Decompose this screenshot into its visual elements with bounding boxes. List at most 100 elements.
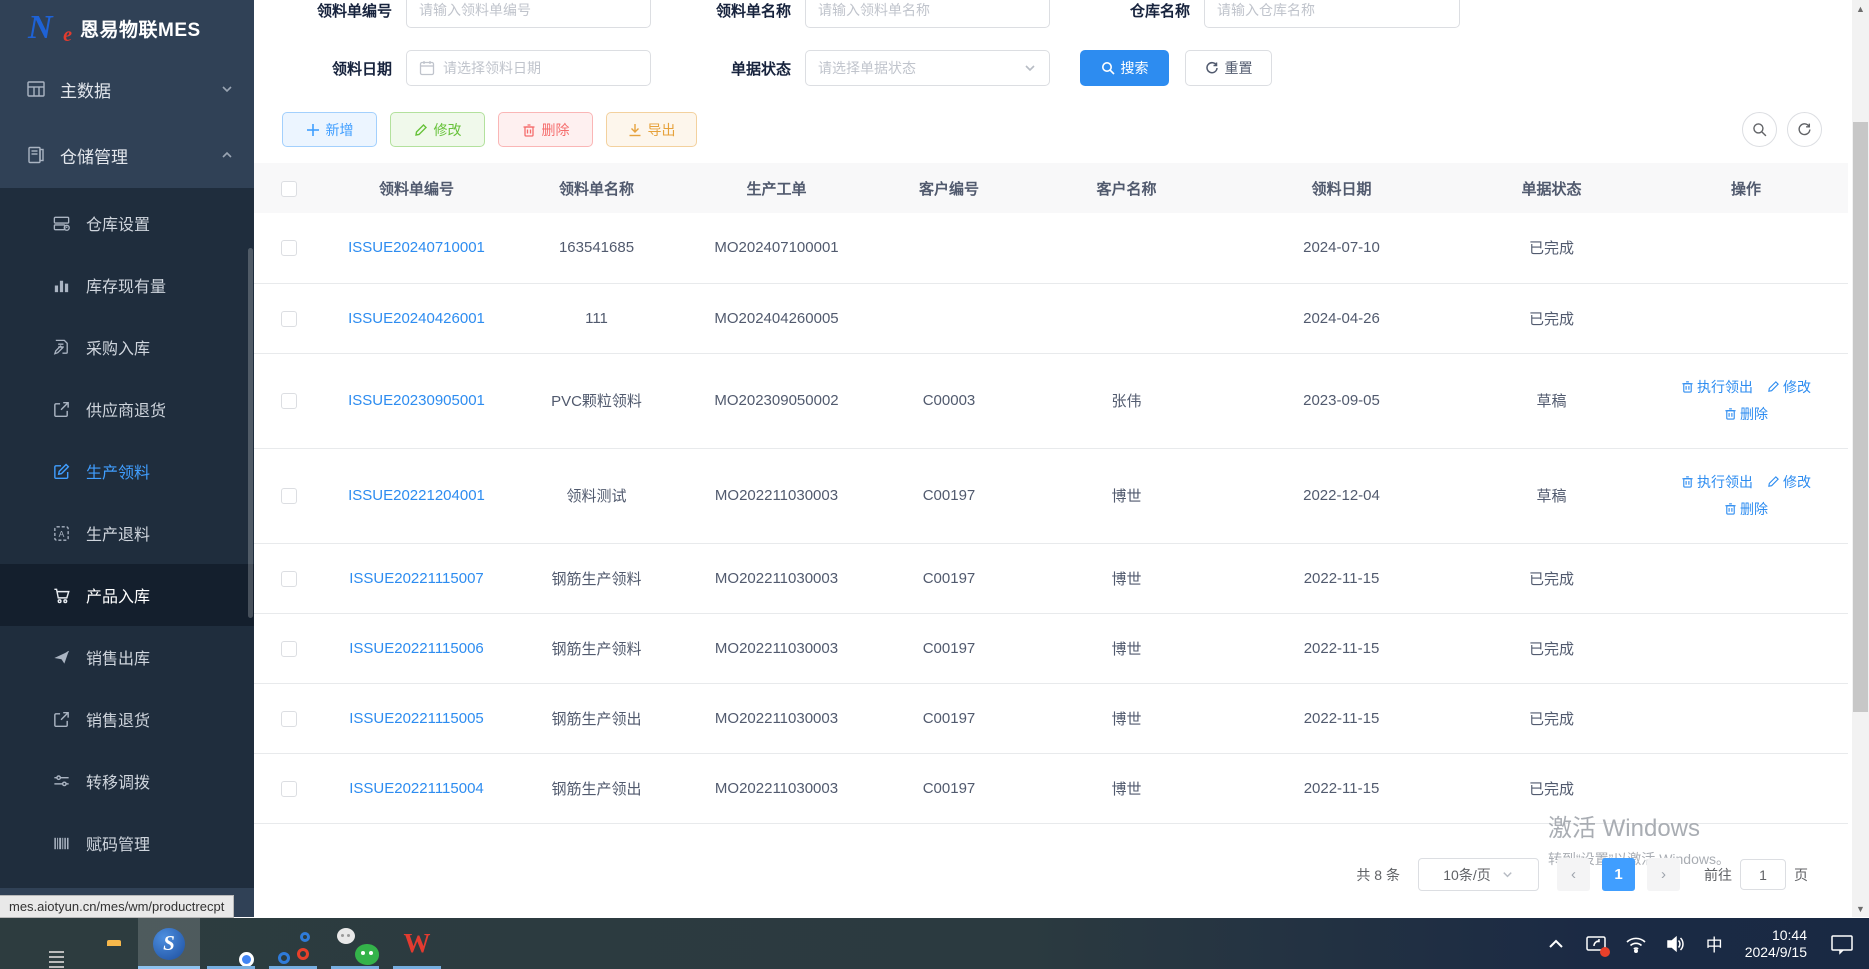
sidebar-item-仓库设置[interactable]: 仓库设置: [0, 192, 254, 254]
page-size-select[interactable]: 10条/页: [1418, 858, 1539, 891]
execute-issue-link[interactable]: 执行领出: [1681, 474, 1753, 490]
issue-code-link[interactable]: ISSUE20240426001: [348, 310, 485, 327]
add-button[interactable]: 新增: [282, 112, 377, 147]
sidebar-item-label: 产品入库: [86, 589, 151, 606]
row-checkbox[interactable]: [281, 780, 297, 797]
issue-code-link[interactable]: ISSUE20230905001: [348, 392, 485, 409]
actions-cell: 执行领出 修改删除: [1644, 353, 1848, 449]
search-icon: [1101, 61, 1115, 75]
reset-button[interactable]: 重置: [1185, 50, 1272, 86]
issue-name-cell: 111: [509, 283, 684, 354]
row-checkbox[interactable]: [281, 640, 297, 657]
status-select[interactable]: 请选择单据状态: [805, 50, 1050, 86]
sidebar-item-销售退货[interactable]: 销售退货: [0, 688, 254, 750]
work-order-cell: MO202211030003: [684, 613, 869, 684]
sidebar-item-label: 采购入库: [86, 341, 151, 358]
sidebar-group-warehouse[interactable]: 仓储管理: [0, 122, 254, 188]
sidebar-group-master-data[interactable]: 主数据: [0, 56, 254, 122]
pencil-icon: [1767, 475, 1780, 488]
tray-clock[interactable]: 10:44 2024/9/15: [1745, 927, 1807, 961]
next-page-button[interactable]: ›: [1647, 858, 1680, 891]
table-row: ISSUE20240710001 163541685 MO202407100001 2…: [254, 213, 1848, 284]
taskbar-app-chrome[interactable]: [200, 918, 262, 969]
search-button[interactable]: 搜索: [1080, 50, 1169, 86]
refresh-table-button[interactable]: [1787, 112, 1822, 147]
export-button[interactable]: 导出: [606, 112, 697, 147]
select-all-checkbox[interactable]: [281, 180, 297, 197]
sidebar-item-销售出库[interactable]: 销售出库: [0, 626, 254, 688]
wifi-icon[interactable]: [1625, 933, 1647, 955]
customer-no-cell: C00197: [869, 448, 1029, 544]
warehouse-name-input[interactable]: [1204, 0, 1460, 28]
issue-code-link[interactable]: ISSUE20240710001: [348, 239, 485, 256]
sidebar-item-label: 仓库设置: [86, 217, 151, 234]
issue-date-cell: 2024-04-26: [1224, 283, 1459, 354]
issue-date-cell: 2022-11-15: [1224, 753, 1459, 824]
cast-screen-icon[interactable]: [1585, 933, 1610, 957]
row-checkbox[interactable]: [281, 393, 297, 410]
issue-date-input[interactable]: 请选择领料日期: [406, 50, 651, 86]
chevron-down-icon: [220, 82, 234, 96]
sidebar-item-采购入库[interactable]: 采购入库: [0, 316, 254, 378]
issue-code-link[interactable]: ISSUE20221115004: [349, 780, 484, 797]
sidebar-item-产品入库[interactable]: 产品入库: [0, 564, 254, 626]
server-icon: [52, 214, 71, 233]
row-checkbox[interactable]: [281, 710, 297, 727]
pencil-icon: [1767, 380, 1780, 393]
prev-page-button[interactable]: ‹: [1557, 858, 1590, 891]
column-header: 客户编号: [869, 163, 1029, 213]
scroll-up-arrow[interactable]: ▲: [1852, 0, 1869, 17]
issue-date-cell: 2022-11-15: [1224, 543, 1459, 614]
issue-code-link[interactable]: ISSUE20221115007: [349, 570, 484, 587]
taskbar-app-wechat[interactable]: [324, 918, 386, 969]
row-checkbox[interactable]: [281, 310, 297, 327]
taskbar-app-file-explorer[interactable]: [76, 918, 138, 969]
row-checkbox[interactable]: [281, 240, 297, 257]
scrollbar-thumb[interactable]: [1853, 122, 1868, 712]
issue-code-link[interactable]: ISSUE20221204001: [348, 487, 485, 504]
execute-issue-link[interactable]: 执行领出: [1681, 379, 1753, 395]
delete-link[interactable]: 删除: [1724, 501, 1768, 517]
delete-button[interactable]: 删除: [498, 112, 593, 147]
sidebar-item-生产领料[interactable]: 生产领料: [0, 440, 254, 502]
column-header: 领料单名称: [509, 163, 684, 213]
issue-date-cell: 2022-11-15: [1224, 613, 1459, 684]
modify-link[interactable]: 修改: [1767, 379, 1811, 395]
action-center-icon[interactable]: [1829, 933, 1855, 955]
row-checkbox[interactable]: [281, 570, 297, 587]
sidebar-item-转移调拨[interactable]: 转移调拨: [0, 750, 254, 812]
issue-code-link[interactable]: ISSUE20221115005: [349, 710, 484, 727]
issue-code-link[interactable]: ISSUE20221115006: [349, 640, 484, 657]
status-cell: 草稿: [1459, 353, 1644, 449]
issue-code-input[interactable]: [406, 0, 651, 28]
sidebar-item-生产退料[interactable]: A 生产退料: [0, 502, 254, 564]
taskbar-app-sogou-browser[interactable]: S: [138, 918, 200, 969]
ime-indicator[interactable]: 中: [1706, 931, 1723, 956]
issue-name-input[interactable]: [805, 0, 1050, 28]
status-cell: 草稿: [1459, 448, 1644, 544]
link-preview-url: mes.aiotyun.cn/mes/wm/productrecpt: [9, 899, 225, 914]
delete-link[interactable]: 删除: [1724, 406, 1768, 422]
tray-chevron-up-icon[interactable]: [1545, 933, 1567, 955]
sidebar-item-库存现有量[interactable]: 库存现有量: [0, 254, 254, 316]
row-checkbox[interactable]: [281, 488, 297, 505]
pencil-icon: [414, 123, 428, 137]
table-toolbar: 新增 修改 删除 导出: [254, 112, 1848, 147]
customer-no-cell: C00003: [869, 353, 1029, 449]
scroll-down-arrow[interactable]: ▼: [1852, 900, 1869, 917]
goto-page-input[interactable]: [1740, 859, 1786, 890]
edit-button[interactable]: 修改: [390, 112, 485, 147]
sidebar-item-赋码管理[interactable]: 赋码管理: [0, 812, 254, 874]
taskbar-app-remote-assist-app[interactable]: [262, 918, 324, 969]
speaker-icon[interactable]: [1665, 933, 1687, 955]
sidebar-item-供应商退货[interactable]: 供应商退货: [0, 378, 254, 440]
page-number-1[interactable]: 1: [1602, 858, 1635, 891]
browser-scrollbar[interactable]: ▲ ▼: [1852, 0, 1869, 917]
taskbar-app-text-document[interactable]: [14, 918, 76, 969]
toggle-search-button[interactable]: [1742, 112, 1777, 147]
main-content: 领料单编号 领料单名称 仓库名称 领料日期 请选择领料日期 单据状态: [254, 0, 1848, 917]
sidebar-scrollbar[interactable]: [248, 248, 253, 618]
customer-name-cell: 博世: [1029, 683, 1224, 754]
modify-link[interactable]: 修改: [1767, 474, 1811, 490]
taskbar-app-wps-office[interactable]: W: [386, 918, 448, 969]
